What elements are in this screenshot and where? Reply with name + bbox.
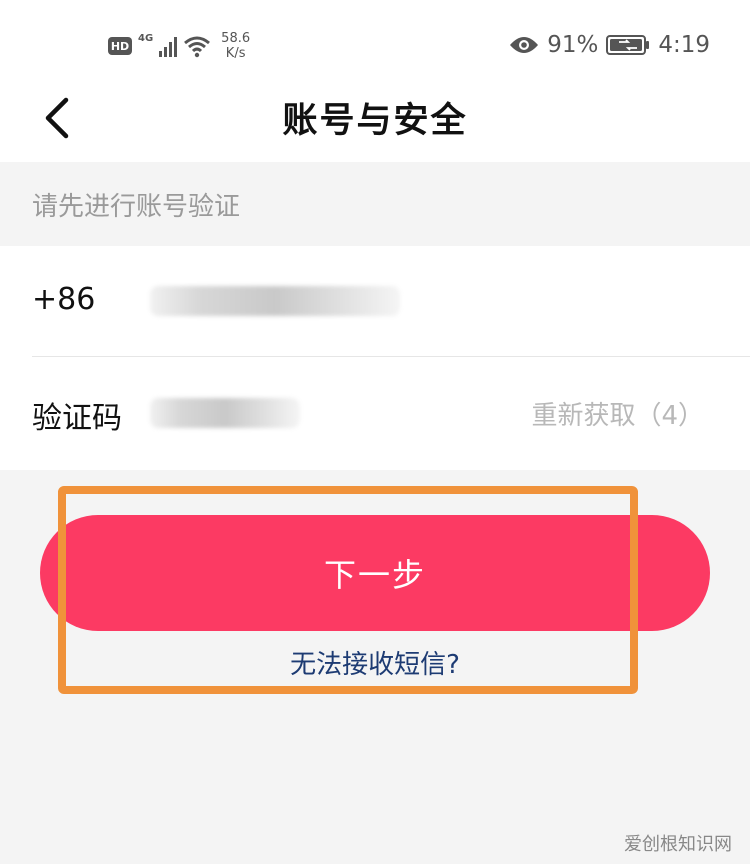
watermark: 爱创根知识网 <box>624 834 732 855</box>
clock-time: 4:19 <box>658 32 710 58</box>
status-bar: HD 4G 58.6 K/s 91% 4:19 <box>0 0 750 88</box>
speed-value: 58.6 <box>221 31 251 46</box>
page-title: 账号与安全 <box>282 101 468 141</box>
code-row: 验证码 重新获取（4） <box>32 357 750 467</box>
cannot-receive-sms-link[interactable]: 无法接收短信? <box>0 644 750 681</box>
battery-icon <box>606 35 650 55</box>
resend-code-button[interactable]: 重新获取（4） <box>531 395 704 432</box>
verification-form: +86 验证码 重新获取（4） <box>0 246 750 470</box>
nav-header: 账号与安全 <box>0 88 750 162</box>
hd-badge: HD <box>108 37 132 55</box>
battery-percent: 91% <box>547 32 599 58</box>
network-speed: 58.6 K/s <box>221 31 250 61</box>
phone-row: +86 <box>32 246 750 357</box>
wifi-icon <box>184 36 211 58</box>
next-step-button[interactable]: 下一步 <box>40 515 710 631</box>
status-right: 91% 4:19 <box>509 28 710 62</box>
speed-unit: K/s <box>225 46 246 61</box>
eye-icon <box>510 37 539 53</box>
signal-icon <box>159 35 178 57</box>
code-label: 验证码 <box>32 401 122 436</box>
network-type: 4G <box>138 32 154 44</box>
status-left: HD 4G 58.6 K/s <box>108 28 250 64</box>
verification-notice: 请先进行账号验证 <box>0 162 750 246</box>
verification-code-input[interactable] <box>150 398 300 428</box>
notice-text: 请先进行账号验证 <box>32 192 241 222</box>
country-code: +86 <box>32 282 96 317</box>
phone-number-field[interactable] <box>150 286 400 316</box>
